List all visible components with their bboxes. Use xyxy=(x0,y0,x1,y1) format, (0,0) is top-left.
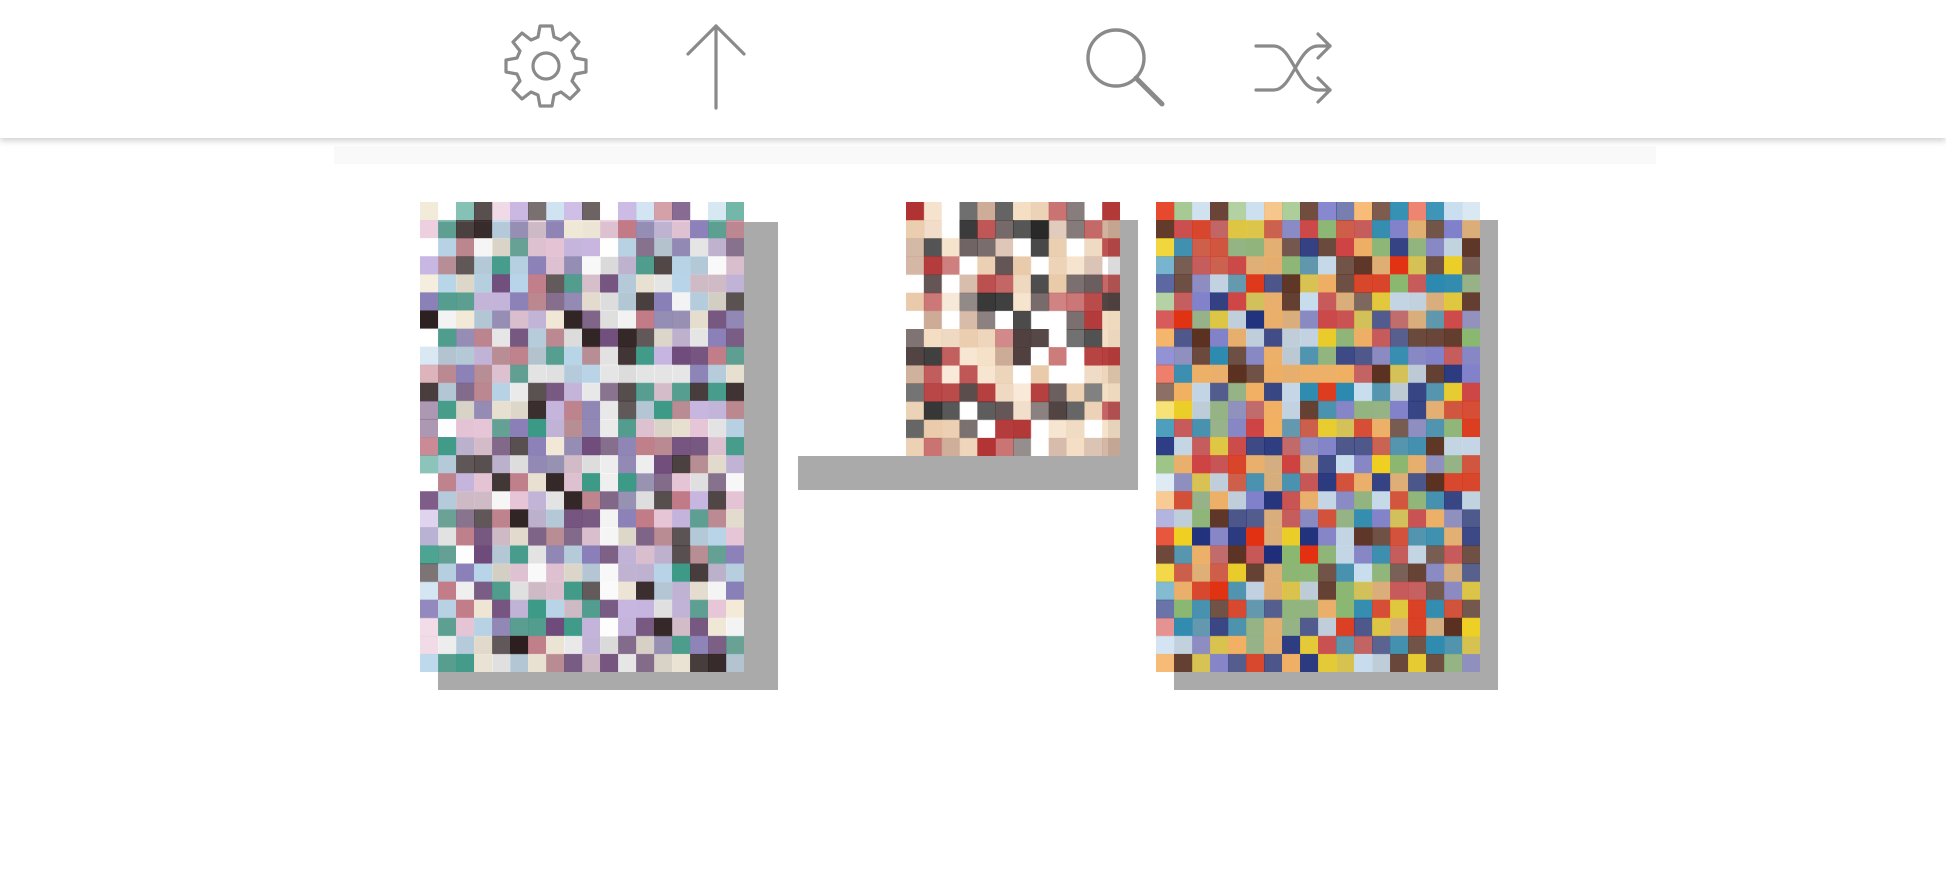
top-toolbar xyxy=(0,0,1946,138)
thumbnail-shadow xyxy=(798,456,1138,490)
gear-icon xyxy=(504,24,588,108)
settings-button[interactable] xyxy=(498,18,594,114)
gallery-item-2[interactable] xyxy=(798,202,1140,492)
thumbnail-image xyxy=(420,202,744,672)
search-button[interactable] xyxy=(1076,18,1172,114)
shuffle-button[interactable] xyxy=(1246,18,1342,114)
arrow-up-icon xyxy=(686,24,746,110)
thumbnail-image xyxy=(906,202,1120,456)
search-icon xyxy=(1086,28,1165,107)
upload-button[interactable] xyxy=(668,18,764,114)
gallery-item-3[interactable] xyxy=(1156,202,1500,708)
toolbar-divider xyxy=(334,146,1656,164)
shuffle-icon xyxy=(1254,32,1332,104)
thumbnail-image xyxy=(1156,202,1480,672)
gallery-item-1[interactable] xyxy=(420,202,780,692)
